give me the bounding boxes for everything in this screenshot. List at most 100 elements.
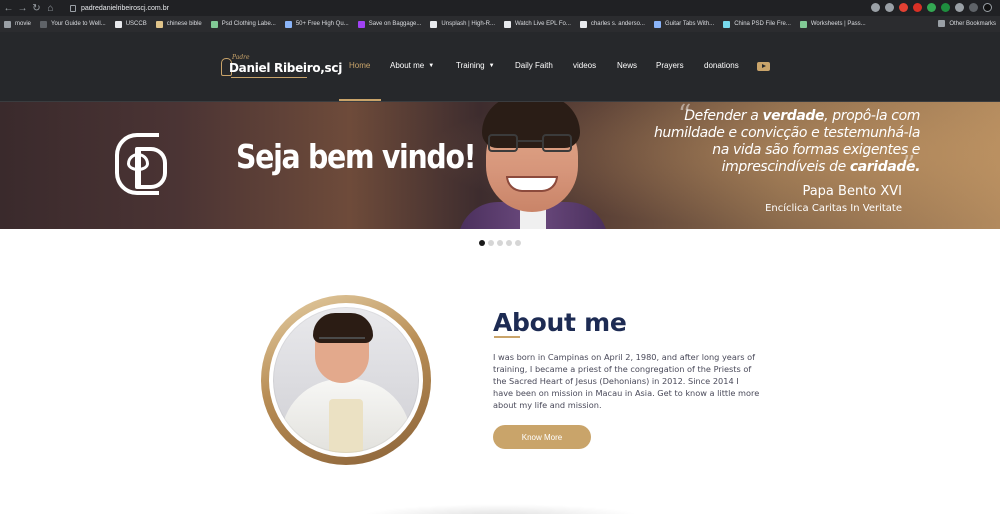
site-header: Padre Daniel Ribeiro,scj Home About me ▼ … <box>0 32 1000 102</box>
bookmark-item[interactable]: Guitar Tabs With... <box>653 20 715 28</box>
bookmark-favicon-icon <box>503 20 511 28</box>
menu-donations-label: donations <box>704 61 739 70</box>
about-title: About me <box>493 308 627 337</box>
slider-dot[interactable] <box>479 240 485 246</box>
about-photo <box>273 307 419 453</box>
bookmark-favicon-icon <box>284 20 292 28</box>
bookmark-favicon-icon <box>40 20 48 28</box>
sidebar-icon[interactable] <box>969 3 978 12</box>
extension-icon[interactable] <box>913 3 922 12</box>
slider-dot[interactable] <box>515 240 521 246</box>
home-icon[interactable]: ⌂ <box>45 3 56 14</box>
bookmark-favicon-icon <box>799 20 807 28</box>
address-bar[interactable]: padredanielribeiroscj.com.br <box>70 2 169 14</box>
hero-slider: Seja bem vindo! “ ” Defender a verdade, … <box>0 102 1000 229</box>
about-text: I was born in Campinas on April 2, 1980,… <box>493 352 760 410</box>
bookmark-label: 50+ Free High Qu... <box>295 21 349 27</box>
bookmark-label: Guitar Tabs With... <box>664 21 715 27</box>
menu-about[interactable]: About me ▼ <box>390 61 434 70</box>
bookmark-item[interactable]: Save on Baggage... <box>357 20 421 28</box>
section-shadow <box>360 504 640 514</box>
chevron-down-icon: ▼ <box>488 62 495 69</box>
share-icon[interactable] <box>871 3 880 12</box>
bookmark-favicon-icon <box>210 20 218 28</box>
bookmark-favicon-icon <box>653 20 661 28</box>
slider-dot[interactable] <box>506 240 512 246</box>
quote-text: , propô-la com <box>824 108 920 124</box>
bookmark-label: Watch Live EPL Fo... <box>514 21 571 27</box>
bookmark-favicon-icon <box>579 20 587 28</box>
reload-icon[interactable]: ↻ <box>31 3 42 14</box>
quote-text: humildade e convicção e testemunhá-la <box>653 125 920 141</box>
menu-home[interactable]: Home <box>349 61 370 70</box>
bookmark-label: Your Guide to Well... <box>51 21 106 27</box>
other-bookmarks-label: Other Bookmarks <box>949 20 996 27</box>
avatar[interactable] <box>983 3 992 12</box>
back-icon[interactable]: ← <box>3 3 14 14</box>
lock-icon <box>70 4 76 12</box>
slider-dot[interactable] <box>497 240 503 246</box>
bookmark-item[interactable]: Your Guide to Well... <box>40 20 106 28</box>
active-menu-indicator <box>339 99 381 101</box>
menu-home-label: Home <box>349 61 371 70</box>
chevron-down-icon: ▼ <box>428 62 435 69</box>
bookmark-label: USCCB <box>125 21 147 27</box>
bookmark-label: movie <box>15 21 32 27</box>
menu-training[interactable]: Training ▼ <box>456 61 495 70</box>
youtube-icon[interactable] <box>757 62 770 71</box>
extension-icon[interactable] <box>941 3 950 12</box>
welcome-heading: Seja bem vindo! <box>236 137 477 176</box>
bookmark-favicon-icon <box>357 20 365 28</box>
slider-dot[interactable] <box>488 240 494 246</box>
bookmark-label: Unsplash | High-R... <box>441 21 495 27</box>
extension-icons <box>871 3 992 12</box>
quote-text: imprescindíveis de <box>721 159 850 175</box>
bookmark-label: Psd Clothing Labe... <box>221 21 276 27</box>
menu-prayers[interactable]: Prayers <box>656 61 684 70</box>
browser-toolbar: ← → ↻ ⌂ padredanielribeiroscj.com.br <box>0 0 1000 16</box>
bookmark-label: chinese bible <box>166 21 202 27</box>
slider-dots <box>479 240 521 246</box>
hero-quote: Defender a verdade, propô-la com humilda… <box>650 108 920 176</box>
menu-videos-label: videos <box>573 61 597 70</box>
url-text[interactable]: padredanielribeiroscj.com.br <box>81 5 169 12</box>
forward-icon[interactable]: → <box>17 3 28 14</box>
folder-icon <box>938 20 946 27</box>
bookmarks-bar: movie Your Guide to Well... USCCB chinese b… <box>0 16 1000 32</box>
bookmark-item[interactable]: Watch Live EPL Fo... <box>503 20 571 28</box>
pinterest-icon[interactable] <box>899 3 908 12</box>
menu-news[interactable]: News <box>617 61 637 70</box>
bookmark-item[interactable]: 50+ Free High Qu... <box>284 20 349 28</box>
menu-training-label: Training <box>456 61 485 70</box>
bookmark-item[interactable]: chinese bible <box>155 20 202 28</box>
star-icon[interactable] <box>885 3 894 12</box>
quote-text: na vida são formas exigentes e <box>712 142 920 158</box>
bookmark-item[interactable]: movie <box>4 20 32 28</box>
bookmark-favicon-icon <box>430 20 438 28</box>
menu-daily-faith[interactable]: Daily Faith <box>515 61 553 70</box>
bookmark-item[interactable]: USCCB <box>114 20 147 28</box>
bookmark-item[interactable]: China PSD File Fre... <box>723 20 791 28</box>
know-more-button[interactable]: Know More <box>493 425 591 449</box>
bookmark-item[interactable]: Psd Clothing Labe... <box>210 20 276 28</box>
other-bookmarks[interactable]: Other Bookmarks <box>938 20 996 27</box>
bookmark-label: Worksheets | Pass... <box>810 21 866 27</box>
menu-videos[interactable]: videos <box>573 61 596 70</box>
menu-donations[interactable]: donations <box>704 61 739 70</box>
quote-author: Papa Bento XVI <box>802 184 902 199</box>
bookmark-label: charles s. anderso... <box>590 21 645 27</box>
bookmark-item[interactable]: Worksheets | Pass... <box>799 20 866 28</box>
bookmark-item[interactable]: charles s. anderso... <box>579 20 645 28</box>
bookmark-item[interactable]: Unsplash | High-R... <box>430 20 495 28</box>
know-more-label: Know More <box>521 432 563 442</box>
bookmark-favicon-icon <box>4 20 11 28</box>
bookmark-favicon-icon <box>114 20 122 28</box>
quote-bold: caridade. <box>849 159 921 175</box>
quote-bold: verdade <box>762 108 825 124</box>
bookmark-label: China PSD File Fre... <box>734 21 791 27</box>
extension-icon[interactable] <box>927 3 936 12</box>
menu-prayers-label: Prayers <box>656 61 684 70</box>
puzzle-icon[interactable] <box>955 3 964 12</box>
about-title-underline <box>494 336 520 338</box>
quote-source: Encíclica Caritas In Veritate <box>765 203 902 214</box>
